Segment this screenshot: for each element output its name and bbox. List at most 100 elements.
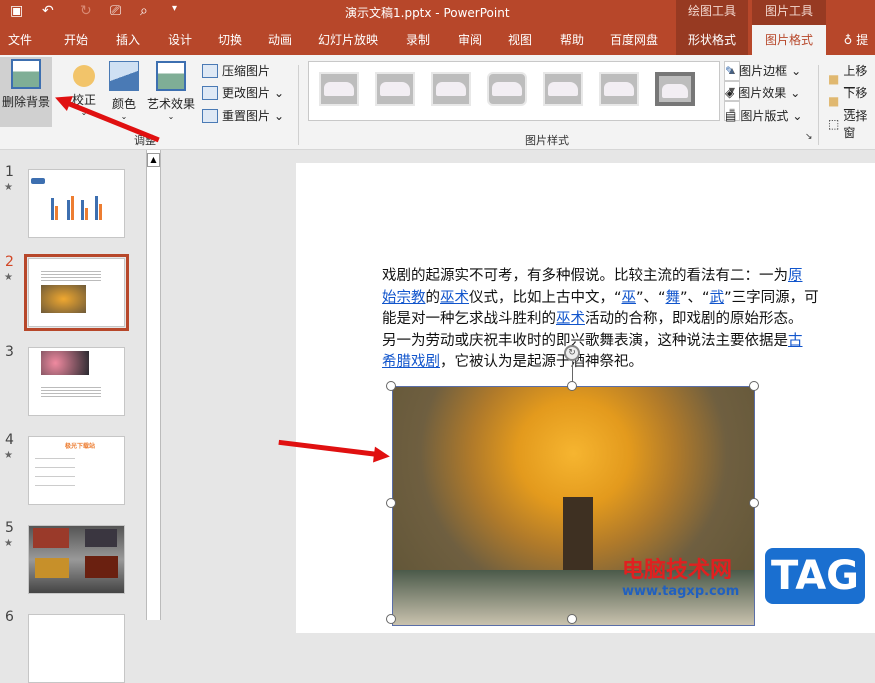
- hyperlink[interactable]: 巫: [622, 290, 637, 306]
- lightbulb-icon: ♁: [843, 33, 853, 47]
- tab-review[interactable]: 审阅: [448, 25, 492, 55]
- resize-handle[interactable]: [386, 381, 396, 391]
- tab-insert[interactable]: 插入: [106, 25, 150, 55]
- slideshow-icon[interactable]: ⎚: [110, 3, 121, 19]
- resize-handle[interactable]: [567, 614, 577, 624]
- hyperlink[interactable]: 巫术: [556, 311, 585, 327]
- text-line: 另一为劳动或庆祝丰收时的即兴歌舞表演，这种说法主要依据是古: [382, 331, 875, 353]
- rotate-handle-icon[interactable]: ↻: [564, 345, 580, 361]
- preview-icon[interactable]: ⌕: [140, 3, 148, 19]
- picture-effects-button[interactable]: ◈ 图片效果 ⌄: [725, 84, 800, 101]
- slide-thumbnail-4[interactable]: 极光下载站: [28, 436, 125, 505]
- text-segment: 能是对一种乞求战斗胜利的: [382, 311, 556, 327]
- reset-picture-button[interactable]: 重置图片 ⌄: [202, 107, 284, 124]
- resize-handle[interactable]: [749, 381, 759, 391]
- thumbnail-scrollbar[interactable]: ▲: [146, 150, 161, 620]
- tab-baidu-netdisk[interactable]: 百度网盘: [602, 25, 666, 55]
- text-line: 戏剧的起源实不可考，有多种假说。比较主流的看法有二：一为原: [382, 266, 875, 288]
- slide-thumbnail-6[interactable]: [28, 614, 125, 683]
- picture-style[interactable]: [599, 72, 639, 106]
- tab-transitions[interactable]: 切换: [208, 25, 252, 55]
- tab-file[interactable]: 文件: [0, 25, 40, 55]
- scroll-up-icon[interactable]: ▲: [147, 153, 160, 167]
- tab-animations[interactable]: 动画: [258, 25, 302, 55]
- text-segment: ”、“: [680, 289, 710, 306]
- undo-icon[interactable]: ↶: [42, 3, 54, 19]
- picture-style[interactable]: [543, 72, 583, 106]
- artistic-effects-label: 艺术效果: [146, 97, 195, 111]
- ribbon-tabs: 文件 开始 插入 设计 切换 动画 幻灯片放映 录制 审阅 视图 帮助 百度网盘…: [0, 25, 875, 55]
- hyperlink[interactable]: 始宗教: [382, 290, 426, 306]
- picture-style[interactable]: [319, 72, 359, 106]
- slide-thumbnail-3[interactable]: [28, 347, 125, 416]
- redo-icon[interactable]: ↻: [80, 3, 92, 19]
- selection-pane-button[interactable]: ⬚ 选择窗: [828, 107, 875, 141]
- change-picture-icon: [202, 85, 218, 100]
- border-label: 图片边框: [739, 64, 788, 78]
- watermark-url: www.tagxp.com: [622, 584, 740, 599]
- text-segment: 另一为劳动或庆祝丰收时的即兴歌舞表演，这种说法主要依据是: [382, 332, 788, 349]
- remove-background-button[interactable]: 删除背景: [0, 57, 52, 127]
- sun-icon: [73, 65, 95, 87]
- tab-design[interactable]: 设计: [158, 25, 202, 55]
- artistic-effects-icon: [156, 61, 186, 91]
- tab-view[interactable]: 视图: [498, 25, 542, 55]
- picture-style[interactable]: [375, 72, 415, 106]
- text-segment: ，它被认为是起源于酒神祭祀。: [440, 354, 643, 370]
- text-line: 始宗教的巫术仪式，比如上古中文，“巫”、“舞”、“武”三字同源，可: [382, 288, 875, 310]
- slide-thumbnail-2[interactable]: [24, 254, 129, 331]
- tell-me[interactable]: ♁ 提: [836, 25, 875, 55]
- compress-pictures-button[interactable]: 压缩图片: [202, 62, 270, 79]
- slide-thumbnail-5[interactable]: [28, 525, 125, 594]
- animation-star-icon: ★: [4, 450, 13, 461]
- tab-record[interactable]: 录制: [396, 25, 440, 55]
- ribbon: 删除背景 校正⌄ 颜色⌄ 艺术效果⌄ 压缩图片 更改图片 ⌄ 重置图片 ⌄ 调整…: [0, 55, 875, 150]
- hyperlink[interactable]: 巫术: [440, 290, 469, 306]
- remove-background-icon: [11, 59, 41, 89]
- color-button[interactable]: 颜色 ⌄: [106, 59, 142, 121]
- hyperlink[interactable]: 武: [710, 290, 725, 306]
- resize-handle[interactable]: [386, 614, 396, 624]
- divider: [818, 65, 819, 145]
- picture-border-button[interactable]: ✎ 图片边框 ⌄: [725, 62, 801, 79]
- slide-thumbnail-1[interactable]: [28, 169, 125, 238]
- title-bar: ▣ ↶ ↻ ⎚ ⌕ ▾ 演示文稿1.pptx - PowerPoint 绘图工具…: [0, 0, 875, 25]
- customize-icon[interactable]: ▾: [172, 3, 177, 14]
- hyperlink[interactable]: 希腊戏剧: [382, 354, 440, 370]
- slide-number: 6: [5, 609, 14, 625]
- picture-color-icon: [109, 61, 139, 91]
- watermark-logo: TAG: [765, 548, 865, 604]
- slide-number: 4: [5, 432, 14, 448]
- effects-label: 图片效果: [738, 86, 787, 100]
- compress-label: 压缩图片: [222, 64, 271, 78]
- picture-layout-button[interactable]: ▤ 图片版式 ⌄: [725, 107, 802, 124]
- resize-handle[interactable]: [749, 498, 759, 508]
- animation-star-icon: ★: [4, 272, 13, 283]
- change-picture-button[interactable]: 更改图片 ⌄: [202, 84, 284, 101]
- text-segment: 戏剧的起源实不可考，有多种假说。比较主流的看法有二：一为: [382, 268, 788, 284]
- remove-background-label: 删除背景: [1, 95, 50, 109]
- effects-icon: ◈: [725, 85, 735, 100]
- picture-style[interactable]: [431, 72, 471, 106]
- reset-picture-icon: [202, 108, 218, 123]
- hyperlink[interactable]: 原: [788, 268, 803, 284]
- tab-help[interactable]: 帮助: [550, 25, 594, 55]
- tab-shape-format[interactable]: 形状格式: [676, 25, 748, 55]
- tab-slideshow[interactable]: 幻灯片放映: [312, 25, 384, 55]
- resize-handle[interactable]: [386, 498, 396, 508]
- hyperlink[interactable]: 舞: [666, 290, 681, 306]
- tab-home[interactable]: 开始: [54, 25, 98, 55]
- picture-style[interactable]: [487, 72, 527, 106]
- text-segment: 活动的合称，即戏剧的原始形态。: [585, 311, 803, 327]
- slide-thumbnail-pane: 1 ★ 2 ★ 3 4 ★ 极光下载站 5 ★ 6: [0, 150, 146, 683]
- text-segment: 仪式，比如上古中文，“: [469, 289, 622, 306]
- artistic-effects-button[interactable]: 艺术效果 ⌄: [146, 59, 196, 121]
- picture-style-selected[interactable]: [655, 72, 695, 106]
- tab-picture-format[interactable]: 图片格式: [752, 25, 826, 55]
- save-icon[interactable]: ▣: [10, 3, 23, 19]
- resize-handle[interactable]: [567, 381, 577, 391]
- hyperlink[interactable]: 古: [788, 333, 803, 349]
- dialog-launcher-icon[interactable]: ↘: [805, 132, 813, 142]
- slide-text-paragraph[interactable]: 戏剧的起源实不可考，有多种假说。比较主流的看法有二：一为原 始宗教的巫术仪式，比如…: [382, 266, 875, 374]
- layout-label: 图片版式: [740, 109, 789, 123]
